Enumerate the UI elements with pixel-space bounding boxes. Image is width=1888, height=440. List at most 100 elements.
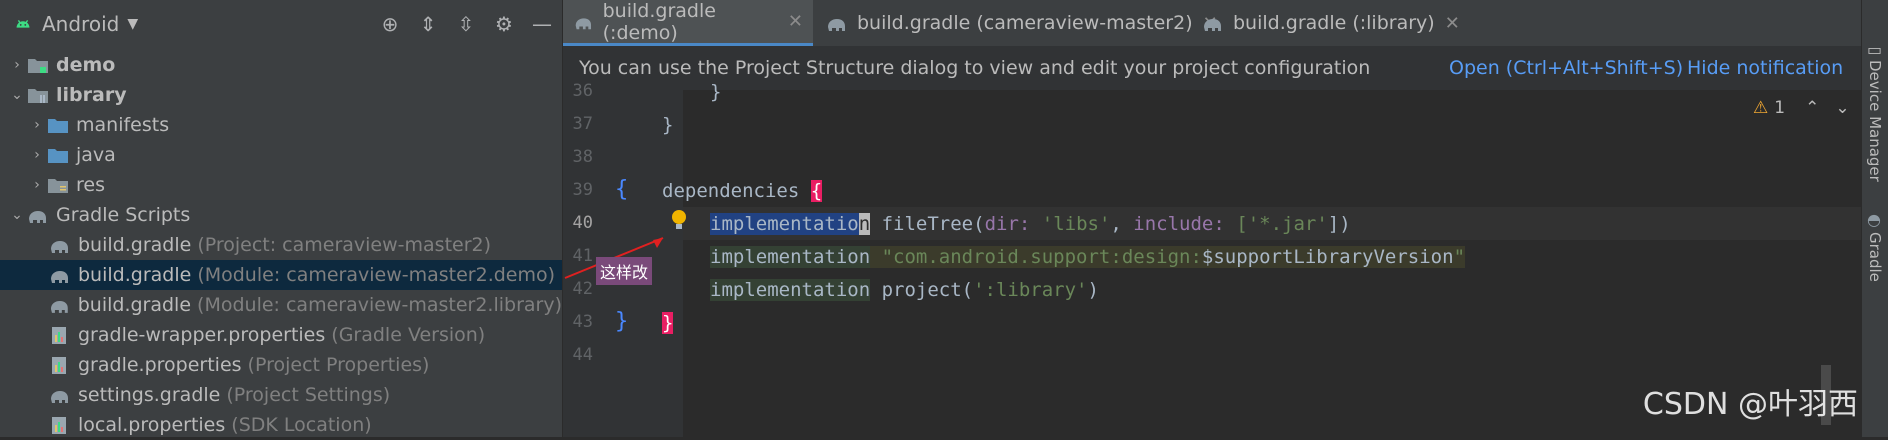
code-token: dir: xyxy=(984,213,1031,235)
code-line-37: } xyxy=(662,109,673,142)
gradle-elephant-icon xyxy=(51,271,68,283)
gradle-tool[interactable]: Gradle xyxy=(1866,232,1884,282)
tree-item-label: gradle.properties xyxy=(78,354,242,376)
chevron-right-icon[interactable]: › xyxy=(8,57,26,73)
collapse-all-icon[interactable]: ⇳ xyxy=(454,12,478,36)
lightbulb-icon[interactable] xyxy=(669,208,689,232)
tree-item-build-gradle-project[interactable]: build.gradle (Project: cameraview-master… xyxy=(0,230,562,260)
tree-item-settings-gradle[interactable]: settings.gradle (Project Settings) xyxy=(0,380,562,410)
warning-count: 1 xyxy=(1774,98,1786,118)
tree-item-gradle-scripts[interactable]: ⌄ Gradle Scripts xyxy=(0,200,562,230)
code-token: implementatio xyxy=(710,213,859,235)
code-token: " xyxy=(1453,246,1466,268)
tree-item-label: res xyxy=(76,174,105,196)
project-view-selector[interactable]: Android ▼ xyxy=(12,12,138,36)
code-line-40: implementation fileTree(dir: 'libs', inc… xyxy=(710,208,1351,241)
tree-item-label: build.gradle xyxy=(78,234,192,256)
code-token: , xyxy=(1110,213,1134,235)
code-token: } xyxy=(710,81,722,103)
code-token: ]) xyxy=(1327,213,1351,235)
code-token: dependencies xyxy=(662,180,800,202)
tree-item-label: local.properties xyxy=(78,414,226,436)
project-view-label: Android xyxy=(42,12,120,36)
gradle-elephant-icon xyxy=(50,301,68,313)
code-token: } xyxy=(662,114,674,136)
tab-build-gradle-demo[interactable]: build.gradle (:demo) ✕ xyxy=(563,0,813,46)
code-token: { xyxy=(810,180,823,202)
tree-item-demo[interactable]: › demo xyxy=(0,50,562,80)
tree-item-gradle-properties[interactable]: gradle.properties (Project Properties) xyxy=(0,350,562,380)
tree-item-hint: (Module: cameraview-master2.demo) xyxy=(197,264,556,286)
library-folder-icon xyxy=(28,89,48,103)
tree-item-hint: (Project: cameraview-master2) xyxy=(197,234,492,256)
code-line-43: } xyxy=(662,307,674,340)
tree-item-java[interactable]: › java xyxy=(0,140,562,170)
tree-item-hint: (Project Properties) xyxy=(247,354,430,376)
watermark: CSDN @叶羽西 xyxy=(1642,387,1858,422)
tree-item-local-properties[interactable]: local.properties (SDK Location) xyxy=(0,410,562,440)
open-project-structure-link[interactable]: Open (Ctrl+Alt+Shift+S) xyxy=(1449,57,1683,79)
notification-message: You can use the Project Structure dialog… xyxy=(579,57,1371,79)
chevron-right-icon[interactable]: › xyxy=(28,177,46,193)
tree-item-label: demo xyxy=(56,54,116,76)
minimize-icon[interactable]: — xyxy=(530,12,554,36)
warning-icon: ⚠ xyxy=(1753,98,1769,118)
crosshair-icon[interactable]: ⊕ xyxy=(378,12,402,36)
properties-file-icon xyxy=(52,327,66,344)
project-panel-header: Android ▼ ⊕ ⇕ ⇳ ⚙ — xyxy=(0,0,562,52)
tree-item-res[interactable]: › res xyxy=(0,170,562,200)
chevron-down-icon: ▼ xyxy=(127,16,139,32)
properties-file-icon xyxy=(52,357,66,374)
chevron-right-icon[interactable]: › xyxy=(28,147,46,163)
chevron-up-icon[interactable]: ⌃ xyxy=(1805,98,1819,118)
chevron-down-icon[interactable]: ⌄ xyxy=(1835,98,1849,118)
res-folder-icon xyxy=(48,179,68,193)
tab-label: build.gradle (:demo) xyxy=(602,0,716,44)
tab-build-gradle-cameraview-master2[interactable]: build.gradle (cameraview-master2) ✕ xyxy=(815,0,1228,46)
gradle-elephant-icon: ◓ xyxy=(1867,210,1881,229)
tree-item-hint: (Module: cameraview-master2.library) xyxy=(197,294,562,316)
code-token: 'libs' xyxy=(1030,213,1111,235)
gradle-elephant-icon xyxy=(29,211,46,223)
chevron-down-icon[interactable]: ⌄ xyxy=(8,207,26,223)
right-tool-strip: ▭ Device Manager ◓ Gradle xyxy=(1861,0,1888,437)
tree-item-label: Gradle Scripts xyxy=(56,204,191,226)
folder-icon xyxy=(48,119,68,133)
gear-icon[interactable]: ⚙ xyxy=(492,12,516,36)
tree-item-label: java xyxy=(76,144,116,166)
tree-item-hint: (Gradle Version) xyxy=(331,324,486,346)
chevron-right-icon[interactable]: › xyxy=(28,117,46,133)
tree-item-build-gradle-demo[interactable]: build.gradle (Module: cameraview-master2… xyxy=(0,260,562,290)
code-token: ) xyxy=(1087,279,1099,301)
code-line-42: implementation project(':library') xyxy=(710,274,1099,307)
close-icon[interactable]: ✕ xyxy=(1445,13,1460,34)
editor-tabs: build.gradle (:demo) ✕ build.gradle (cam… xyxy=(563,0,1861,47)
tree-item-library[interactable]: ⌄ library xyxy=(0,80,562,110)
brace-marker: } xyxy=(615,309,629,334)
chevron-down-icon[interactable]: ⌄ xyxy=(8,87,26,103)
inspection-widget[interactable]: ⚠ 1 ⌃ ⌄ xyxy=(1753,98,1850,118)
code-line-41: implementation "com.android.support:desi… xyxy=(710,241,1466,274)
tree-item-build-gradle-library[interactable]: build.gradle (Module: cameraview-master2… xyxy=(0,290,562,320)
folder-icon xyxy=(48,149,68,163)
tree-item-hint: (Project Settings) xyxy=(226,384,391,406)
code-token: "com.android.support:design: xyxy=(870,246,1202,268)
tree-item-label: manifests xyxy=(76,114,170,136)
code-token: implementation xyxy=(710,246,871,268)
tree-item-manifests[interactable]: › manifests xyxy=(0,110,562,140)
tab-build-gradle-library[interactable]: build.gradle (:library) ✕ xyxy=(1191,0,1470,46)
tree-item-label: build.gradle xyxy=(78,264,192,286)
tree-item-gradle-wrapper-properties[interactable]: gradle-wrapper.properties (Gradle Versio… xyxy=(0,320,562,350)
text-caret: n xyxy=(858,213,871,235)
expand-all-icon[interactable]: ⇕ xyxy=(416,12,440,36)
code-token: implementation xyxy=(710,279,871,301)
close-icon[interactable]: ✕ xyxy=(788,11,803,32)
tree-item-hint: (SDK Location) xyxy=(231,414,372,436)
code-token: ':library' xyxy=(973,279,1088,301)
device-manager-tool[interactable]: Device Manager xyxy=(1866,60,1884,182)
gradle-elephant-icon xyxy=(51,241,68,253)
code-token: fileTree( xyxy=(870,213,985,235)
tree-item-label: settings.gradle xyxy=(78,384,221,406)
hide-notification-link[interactable]: Hide notification xyxy=(1687,57,1843,79)
tree-item-label: library xyxy=(56,84,127,106)
